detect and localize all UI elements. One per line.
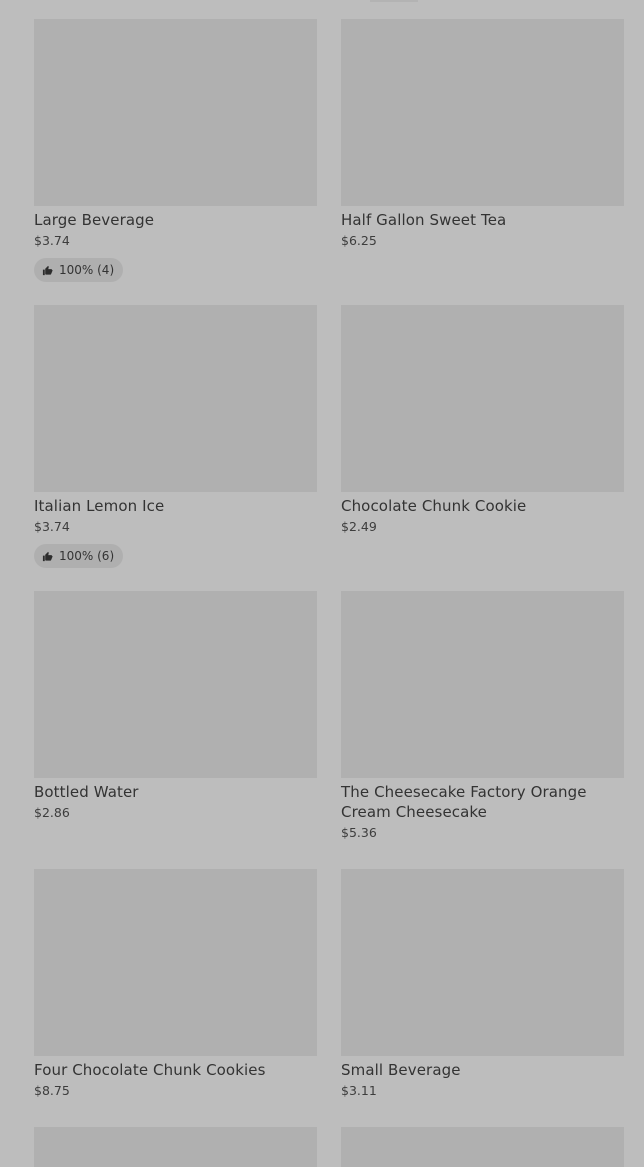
menu-item-card[interactable] [341, 1127, 624, 1167]
item-price: $3.74 [34, 233, 70, 248]
item-price: $3.74 [34, 519, 70, 534]
item-image [34, 1127, 317, 1167]
rating-badge: 100% (6) [34, 544, 124, 568]
rating-text: 100% (4) [59, 263, 115, 277]
thumbs-up-icon [42, 551, 53, 562]
menu-item-card[interactable]: Bottled Water $2.86 [34, 591, 317, 869]
menu-item-card[interactable]: Large Beverage $3.74 100% (4) [34, 19, 317, 305]
item-name: Italian Lemon Ice [34, 497, 165, 515]
rating-badge: 100% (4) [34, 258, 124, 282]
item-name: Bottled Water [34, 783, 139, 801]
item-price: $2.86 [34, 805, 70, 820]
item-image [341, 19, 624, 206]
item-price: $6.25 [341, 233, 377, 248]
item-price: $2.49 [341, 519, 377, 534]
menu-item-card[interactable]: Four Chocolate Chunk Cookies $8.75 [34, 869, 317, 1127]
menu-item-card[interactable]: The Cheesecake Factory Orange Cream Chee… [341, 591, 624, 869]
previous-item-edge [370, 0, 418, 2]
menu-item-card[interactable]: Chocolate Chunk Cookie $2.49 [341, 305, 624, 591]
item-price: $5.36 [341, 825, 377, 840]
item-image [34, 591, 317, 778]
item-name: The Cheesecake Factory Orange Cream Chee… [341, 783, 587, 821]
item-image [341, 305, 624, 492]
menu-item-card[interactable]: Half Gallon Sweet Tea $6.25 [341, 19, 624, 305]
item-name: Four Chocolate Chunk Cookies [34, 1061, 266, 1079]
item-price: $8.75 [34, 1083, 70, 1098]
item-price: $3.11 [341, 1083, 377, 1098]
item-name: Chocolate Chunk Cookie [341, 497, 527, 515]
item-image [34, 869, 317, 1056]
item-name: Small Beverage [341, 1061, 461, 1079]
menu-item-card[interactable]: Small Beverage $3.11 [341, 869, 624, 1127]
item-image [341, 869, 624, 1056]
menu-item-card[interactable] [34, 1127, 317, 1167]
item-image [34, 305, 317, 492]
item-name: Half Gallon Sweet Tea [341, 211, 507, 229]
item-image [34, 19, 317, 206]
item-name: Large Beverage [34, 211, 155, 229]
menu-items-grid: Large Beverage $3.74 100% (4) Half Gallo… [34, 19, 624, 1167]
thumbs-up-icon [42, 265, 53, 276]
item-image [341, 591, 624, 778]
item-image [341, 1127, 624, 1167]
rating-text: 100% (6) [59, 549, 115, 563]
menu-item-card[interactable]: Italian Lemon Ice $3.74 100% (6) [34, 305, 317, 591]
